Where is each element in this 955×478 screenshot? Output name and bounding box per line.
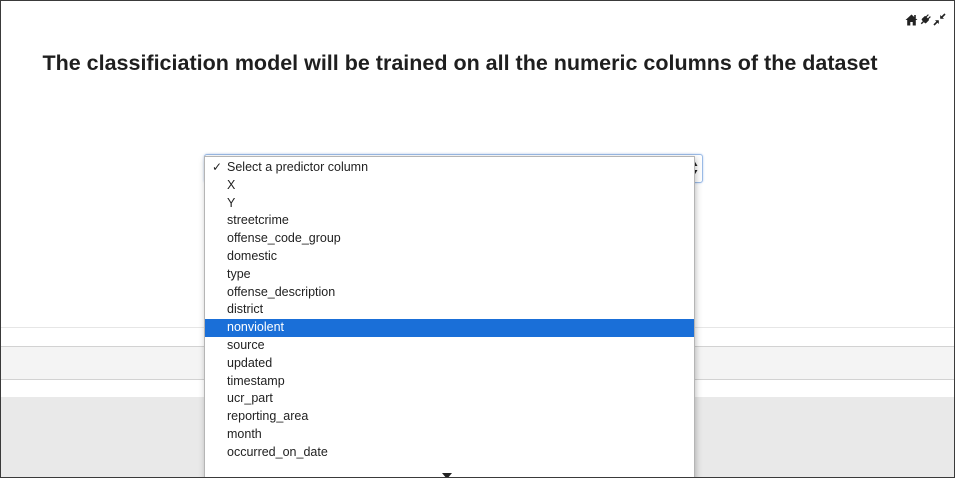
- scroll-down-arrow-icon[interactable]: [442, 473, 452, 477]
- option-label: district: [227, 302, 264, 317]
- option-type[interactable]: type: [205, 266, 694, 284]
- option-month[interactable]: month: [205, 426, 694, 444]
- page-title: The classificiation model will be traine…: [42, 51, 878, 75]
- option-x[interactable]: X: [205, 177, 694, 195]
- option-label: updated: [227, 355, 273, 370]
- option-label: nonviolent: [227, 320, 284, 335]
- option-label: reporting_area: [227, 409, 309, 424]
- option-label: offense_code_group: [227, 231, 341, 246]
- checkmark-icon: ✓: [212, 160, 223, 174]
- option-label: Select a predictor column: [227, 160, 369, 174]
- option-label: ucr_part: [227, 391, 273, 406]
- option-nonviolent[interactable]: nonviolent: [205, 319, 694, 337]
- option-offense-description[interactable]: offense_description: [205, 284, 694, 302]
- app-window: The classificiation model will be traine…: [0, 0, 955, 478]
- toolbar-icons: [905, 13, 946, 26]
- collapse-icon[interactable]: [933, 13, 946, 26]
- option-domestic[interactable]: domestic: [205, 248, 694, 266]
- option-updated[interactable]: updated: [205, 355, 694, 373]
- option-label: month: [227, 426, 262, 441]
- option-label: domestic: [227, 248, 278, 263]
- option-label: Y: [227, 195, 236, 210]
- option-offense-code-group[interactable]: offense_code_group: [205, 230, 694, 248]
- home-icon[interactable]: [905, 13, 918, 26]
- option-label: streetcrime: [227, 213, 289, 228]
- option-streetcrime[interactable]: streetcrime: [205, 212, 694, 230]
- option-ucr-part[interactable]: ucr_part: [205, 390, 694, 408]
- option-label: timestamp: [227, 373, 285, 388]
- plug-icon[interactable]: [919, 13, 932, 26]
- option-label: offense_description: [227, 284, 336, 299]
- option-label: X: [227, 177, 236, 192]
- predictor-dropdown-list: ✓ Select a predictor column X Y streetcr…: [204, 156, 695, 477]
- option-reporting-area[interactable]: reporting_area: [205, 408, 694, 426]
- option-label: occurred_on_date: [227, 444, 328, 459]
- option-source[interactable]: source: [205, 337, 694, 355]
- option-district[interactable]: district: [205, 301, 694, 319]
- option-label: type: [227, 266, 251, 281]
- option-occurred-on-date[interactable]: occurred_on_date: [205, 444, 694, 462]
- option-timestamp[interactable]: timestamp: [205, 373, 694, 391]
- option-label: source: [227, 337, 265, 352]
- option-y[interactable]: Y: [205, 195, 694, 213]
- option-placeholder[interactable]: ✓ Select a predictor column: [205, 159, 694, 177]
